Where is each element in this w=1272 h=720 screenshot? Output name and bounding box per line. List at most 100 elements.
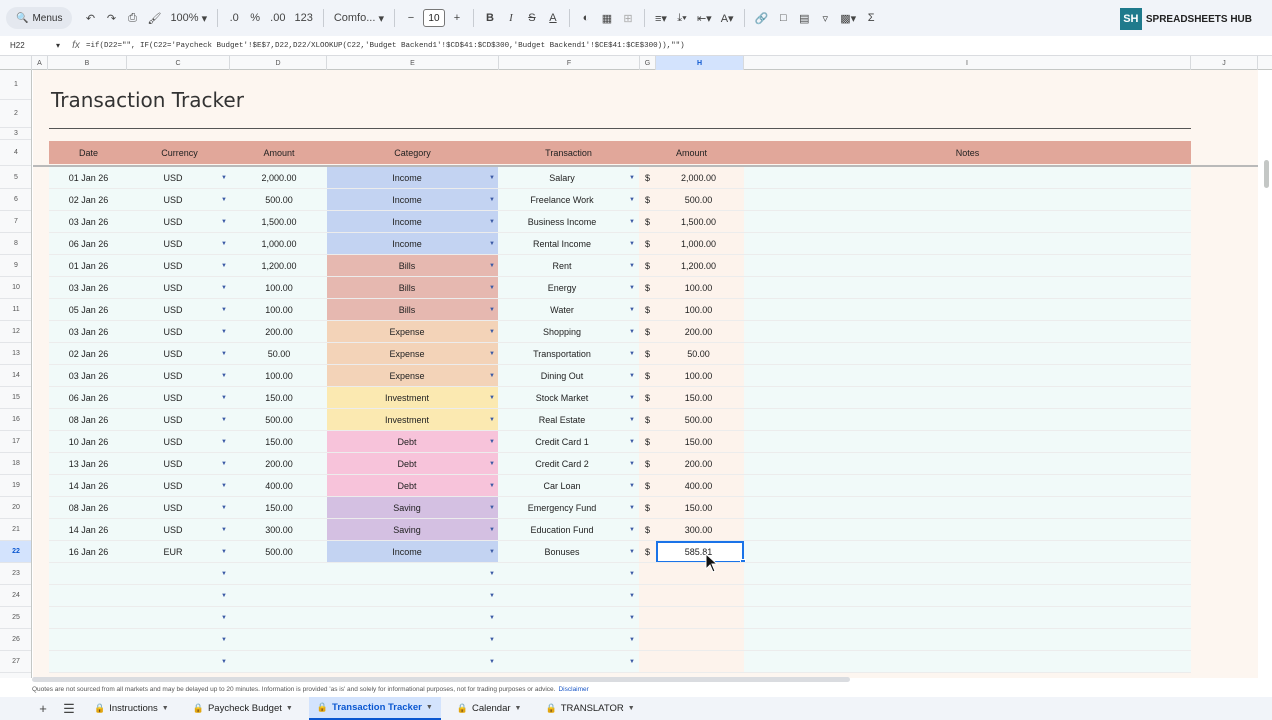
notes-cell[interactable] — [744, 563, 1191, 585]
print-icon[interactable]: ⎙ — [123, 7, 141, 29]
converted-amount-cell[interactable]: 150.00 — [656, 431, 741, 453]
align-horizontal-icon[interactable]: ≡▾ — [652, 7, 670, 29]
transaction-cell[interactable]: Freelance Work — [498, 189, 626, 211]
name-box[interactable]: H22 ▾ — [0, 41, 66, 50]
converted-amount-cell[interactable]: 585.81 — [656, 541, 741, 563]
paint-format-icon[interactable]: 🖌 — [144, 7, 164, 29]
transaction-cell[interactable]: Education Fund — [498, 519, 626, 541]
notes-cell[interactable] — [744, 585, 1191, 607]
converted-amount-cell[interactable]: 50.00 — [656, 343, 741, 365]
date-cell[interactable]: 16 Jan 26 — [49, 541, 128, 563]
chevron-down-icon[interactable]: ▼ — [627, 189, 637, 211]
notes-cell[interactable] — [744, 321, 1191, 343]
converted-amount-cell[interactable]: 100.00 — [656, 299, 741, 321]
currency-cell[interactable]: USD — [128, 431, 218, 453]
currency-cell[interactable]: USD — [128, 189, 218, 211]
transaction-cell[interactable]: Salary — [498, 167, 626, 189]
notes-cell[interactable] — [744, 629, 1191, 651]
row-header[interactable]: 2 — [0, 100, 31, 128]
chevron-down-icon[interactable]: ▼ — [487, 321, 497, 343]
chevron-down-icon[interactable]: ▼ — [219, 233, 229, 255]
decimal-decrease-button[interactable]: .0 — [225, 7, 243, 29]
add-sheet-icon[interactable]: + — [34, 701, 52, 716]
filter-icon[interactable]: ▿ — [816, 7, 834, 29]
amount-cell[interactable]: 2,000.00 — [231, 167, 327, 189]
row-header[interactable]: 5 — [0, 167, 31, 189]
chevron-down-icon[interactable]: ▼ — [219, 475, 229, 497]
chevron-down-icon[interactable]: ▼ — [487, 409, 497, 431]
converted-amount-cell[interactable]: 150.00 — [656, 497, 741, 519]
category-cell[interactable]: Debt — [327, 453, 487, 475]
chevron-down-icon[interactable]: ▼ — [219, 343, 229, 365]
currency-cell[interactable]: USD — [128, 409, 218, 431]
row-header[interactable]: 27 — [0, 651, 31, 673]
amount-cell[interactable]: 50.00 — [231, 343, 327, 365]
transaction-cell[interactable]: Stock Market — [498, 387, 626, 409]
chevron-down-icon[interactable]: ▼ — [627, 321, 637, 343]
converted-amount-cell[interactable]: 2,000.00 — [656, 167, 741, 189]
category-cell[interactable]: Bills — [327, 299, 487, 321]
select-all-corner[interactable] — [0, 56, 32, 70]
chevron-down-icon[interactable]: ▼ — [487, 431, 497, 453]
category-cell[interactable]: Income — [327, 541, 487, 563]
currency-cell[interactable]: USD — [128, 321, 218, 343]
notes-cell[interactable] — [744, 409, 1191, 431]
chevron-down-icon[interactable]: ▼ — [219, 365, 229, 387]
chevron-down-icon[interactable]: ▼ — [487, 585, 497, 607]
amount-cell[interactable]: 150.00 — [231, 497, 327, 519]
notes-cell[interactable] — [744, 211, 1191, 233]
chevron-down-icon[interactable]: ▼ — [219, 321, 229, 343]
chevron-down-icon[interactable]: ▼ — [627, 167, 637, 189]
chevron-down-icon[interactable]: ▼ — [219, 189, 229, 211]
notes-cell[interactable] — [744, 365, 1191, 387]
notes-cell[interactable] — [744, 519, 1191, 541]
chevron-down-icon[interactable]: ▼ — [487, 475, 497, 497]
currency-cell[interactable]: USD — [128, 299, 218, 321]
chevron-down-icon[interactable]: ▼ — [627, 563, 637, 585]
converted-amount-cell[interactable]: 1,500.00 — [656, 211, 741, 233]
chevron-down-icon[interactable]: ▼ — [162, 705, 169, 712]
currency-cell[interactable]: USD — [128, 255, 218, 277]
transaction-cell[interactable]: Shopping — [498, 321, 626, 343]
column-header-a[interactable]: A — [32, 56, 48, 70]
date-cell[interactable]: 06 Jan 26 — [49, 233, 128, 255]
amount-cell[interactable]: 200.00 — [231, 321, 327, 343]
column-header-d[interactable]: D — [230, 56, 327, 70]
column-header-g[interactable]: G — [640, 56, 656, 70]
chevron-down-icon[interactable]: ▼ — [628, 705, 635, 712]
chevron-down-icon[interactable]: ▼ — [219, 409, 229, 431]
chevron-down-icon[interactable]: ▼ — [627, 585, 637, 607]
category-cell[interactable]: Saving — [327, 497, 487, 519]
row-header[interactable]: 12 — [0, 321, 31, 343]
amount-cell[interactable]: 500.00 — [231, 409, 327, 431]
chevron-down-icon[interactable]: ▼ — [627, 541, 637, 563]
align-vertical-icon[interactable]: ⤓▾ — [673, 7, 691, 29]
notes-cell[interactable] — [744, 299, 1191, 321]
chevron-down-icon[interactable]: ▼ — [627, 255, 637, 277]
converted-amount-cell[interactable]: 1,200.00 — [656, 255, 741, 277]
converted-amount-cell[interactable]: 300.00 — [656, 519, 741, 541]
amount-cell[interactable]: 500.00 — [231, 541, 327, 563]
row-header[interactable]: 18 — [0, 453, 31, 475]
chart-icon[interactable]: ▤ — [795, 7, 813, 29]
currency-cell[interactable]: USD — [128, 167, 218, 189]
row-header[interactable]: 13 — [0, 343, 31, 365]
chevron-down-icon[interactable]: ▼ — [487, 343, 497, 365]
category-cell[interactable]: Investment — [327, 387, 487, 409]
text-color-icon[interactable]: A — [544, 7, 562, 29]
chevron-down-icon[interactable]: ▼ — [219, 277, 229, 299]
chevron-down-icon[interactable]: ▼ — [487, 519, 497, 541]
chevron-down-icon[interactable]: ▼ — [487, 453, 497, 475]
chevron-down-icon[interactable]: ▼ — [219, 211, 229, 233]
chevron-down-icon[interactable]: ▼ — [487, 563, 497, 585]
row-header[interactable]: 3 — [0, 128, 31, 140]
chevron-down-icon[interactable]: ▼ — [627, 607, 637, 629]
date-cell[interactable]: 06 Jan 26 — [49, 387, 128, 409]
tab-paycheck-budget[interactable]: 🔒 Paycheck Budget ▼ — [185, 697, 301, 720]
chevron-down-icon[interactable]: ▼ — [627, 629, 637, 651]
chevron-down-icon[interactable]: ▼ — [487, 277, 497, 299]
amount-cell[interactable]: 300.00 — [231, 519, 327, 541]
column-header-h[interactable]: H — [656, 56, 744, 70]
date-cell[interactable]: 10 Jan 26 — [49, 431, 128, 453]
currency-cell[interactable]: USD — [128, 475, 218, 497]
